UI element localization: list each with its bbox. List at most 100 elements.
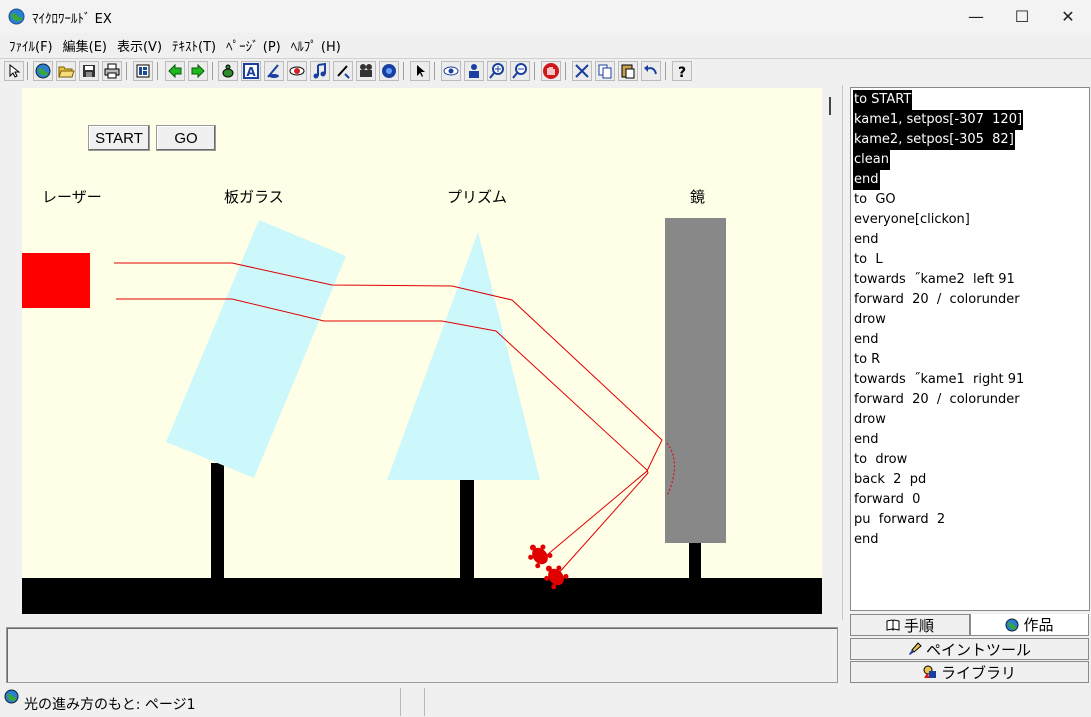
code-line[interactable]: end xyxy=(853,230,880,250)
cut-icon[interactable] xyxy=(572,61,592,81)
tab-works[interactable]: 作品 xyxy=(970,614,1089,636)
window-title: ﾏｲｸﾛﾜｰﾙﾄﾞ EX xyxy=(32,12,112,27)
select-arrow-icon[interactable] xyxy=(4,61,24,81)
eye-icon[interactable] xyxy=(441,61,461,81)
code-line[interactable]: to L xyxy=(853,250,884,270)
code-line[interactable]: end xyxy=(853,330,880,350)
code-line[interactable]: end xyxy=(853,170,880,190)
stage-canvas[interactable]: START GO レーザー 板ガラス プリズム 鏡 xyxy=(22,88,822,614)
paint-icon[interactable] xyxy=(333,61,353,81)
glass-stand xyxy=(211,463,224,579)
paint-brush-icon xyxy=(908,642,922,655)
open-folder-icon[interactable] xyxy=(56,61,76,81)
text-box-icon[interactable]: A xyxy=(241,61,261,81)
title-bar: ﾏｲｸﾛﾜｰﾙﾄﾞ EX — ☐ ✕ xyxy=(0,0,1091,33)
glass-slab xyxy=(166,220,346,478)
label-glass: 板ガラス xyxy=(224,188,284,206)
menu-bar: ﾌｧｲﾙ(F) 編集(E) 表示(V) ﾃｷｽﾄ(T) ﾍﾟｰｼﾞ (P) ﾍﾙ… xyxy=(0,33,1091,57)
arrow-left-icon[interactable] xyxy=(165,61,185,81)
code-line[interactable]: drow xyxy=(853,410,887,430)
code-line[interactable]: to START xyxy=(853,90,913,110)
code-line[interactable]: towards ˝kame1 right 91 xyxy=(853,370,1025,390)
svg-text:?: ? xyxy=(678,65,686,80)
menu-text[interactable]: ﾃｷｽﾄ(T) xyxy=(167,36,221,55)
start-button[interactable]: START xyxy=(88,125,150,151)
status-divider xyxy=(424,688,425,716)
code-line[interactable]: to drow xyxy=(853,450,908,470)
pen-turtle-icon[interactable] xyxy=(264,61,284,81)
procedure-editor[interactable]: to START kame1, setpos[-307 120] kame2, se… xyxy=(850,87,1090,611)
code-line[interactable]: kame1, setpos[-307 120] xyxy=(853,110,1024,130)
copy-icon[interactable] xyxy=(595,61,615,81)
mirror-stand xyxy=(689,543,701,579)
tab-library-label: ライブラリ xyxy=(940,663,1016,682)
print-icon[interactable] xyxy=(102,61,122,81)
turtle-kame1 xyxy=(528,544,553,569)
menu-page[interactable]: ﾍﾟｰｼﾞ (P) xyxy=(221,36,286,55)
scene-drawing xyxy=(22,218,822,614)
stop-hand-icon[interactable] xyxy=(541,61,561,81)
code-line[interactable]: end xyxy=(853,430,880,450)
code-line[interactable]: towards ˝kame2 left 91 xyxy=(853,270,1016,290)
code-line[interactable]: pu forward 2 xyxy=(853,510,946,530)
svg-text:A: A xyxy=(246,65,256,79)
code-line[interactable]: forward 20 / colorunder xyxy=(853,290,1021,310)
code-line[interactable]: forward 20 / colorunder xyxy=(853,390,1021,410)
menu-edit[interactable]: 編集(E) xyxy=(58,36,112,55)
zoom-in-icon[interactable] xyxy=(487,61,507,81)
prism-stand xyxy=(460,478,474,579)
tab-procedure-label: 手順 xyxy=(903,616,934,635)
globe-icon xyxy=(8,8,25,25)
book-icon xyxy=(886,619,900,631)
go-button[interactable]: GO xyxy=(156,125,216,151)
arrow-right-icon[interactable] xyxy=(188,61,208,81)
status-divider xyxy=(400,688,401,716)
code-line[interactable]: clean xyxy=(853,150,890,170)
code-line[interactable]: kame2, setpos[-305 82] xyxy=(853,130,1015,150)
code-line[interactable]: end xyxy=(853,530,880,550)
zoom-out-icon[interactable] xyxy=(510,61,530,81)
record-icon[interactable] xyxy=(379,61,399,81)
pointer-icon[interactable] xyxy=(410,61,430,81)
music-note-icon[interactable] xyxy=(310,61,330,81)
status-text: 光の進み方のもと: ページ1 xyxy=(24,697,196,713)
menu-help[interactable]: ﾍﾙﾌﾟ (H) xyxy=(286,36,346,55)
message-box[interactable] xyxy=(6,627,838,683)
help-icon[interactable]: ? xyxy=(672,61,692,81)
stage-scroll-marker xyxy=(829,97,831,115)
code-line[interactable]: forward 0 xyxy=(853,490,921,510)
menu-file[interactable]: ﾌｧｲﾙ(F) xyxy=(4,36,58,55)
code-line[interactable]: everyone[clickon] xyxy=(853,210,971,230)
tab-paint-tool-label: ペイントツール xyxy=(925,640,1031,659)
minimize-button[interactable]: — xyxy=(953,0,999,33)
maximize-button[interactable]: ☐ xyxy=(999,0,1045,33)
shapes-icon xyxy=(923,665,936,678)
turtle-icon[interactable] xyxy=(218,61,238,81)
label-mirror: 鏡 xyxy=(690,188,706,206)
menu-view[interactable]: 表示(V) xyxy=(112,36,167,55)
tab-paint-tool[interactable]: ペイントツール xyxy=(850,638,1089,660)
save-disk-icon[interactable] xyxy=(79,61,99,81)
toolbar: A ? xyxy=(0,58,1091,84)
close-button[interactable]: ✕ xyxy=(1045,0,1091,33)
video-camera-icon[interactable] xyxy=(356,61,376,81)
code-line[interactable]: to R xyxy=(853,350,881,370)
label-laser: レーザー xyxy=(42,188,102,206)
prism xyxy=(387,232,540,480)
code-line[interactable]: drow xyxy=(853,310,887,330)
undo-icon[interactable] xyxy=(641,61,661,81)
globe-icon xyxy=(4,689,19,704)
tab-procedure[interactable]: 手順 xyxy=(850,614,970,636)
tab-works-label: 作品 xyxy=(1023,616,1054,634)
tab-library[interactable]: ライブラリ xyxy=(850,661,1089,683)
eye-stamp-icon[interactable] xyxy=(287,61,307,81)
mirror xyxy=(665,218,726,543)
paste-icon[interactable] xyxy=(618,61,638,81)
person-icon[interactable] xyxy=(464,61,484,81)
globe-icon xyxy=(1005,618,1019,631)
code-line[interactable]: to GO xyxy=(853,190,897,210)
page-icon[interactable] xyxy=(133,61,153,81)
code-line[interactable]: back 2 pd xyxy=(853,470,927,490)
globe-icon[interactable] xyxy=(33,61,53,81)
laser-source[interactable] xyxy=(22,253,90,308)
